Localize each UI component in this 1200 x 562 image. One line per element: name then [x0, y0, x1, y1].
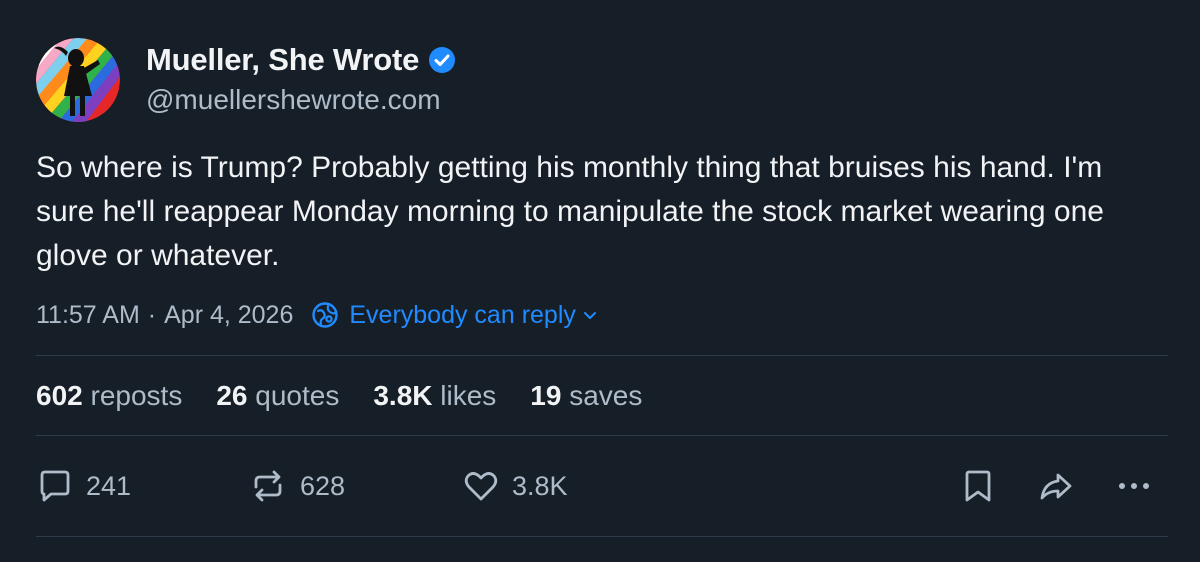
reply-icon	[40, 470, 70, 502]
globe-reply-icon	[312, 302, 339, 328]
repost-icon	[254, 470, 282, 502]
display-name[interactable]: Mueller, She Wrote	[146, 42, 419, 78]
bookmark-icon	[965, 470, 991, 502]
action-bar: 241 628 3.8K	[36, 462, 1168, 510]
rainbow-silhouette-avatar-icon	[36, 38, 120, 122]
reply-button[interactable]: 241	[36, 462, 131, 510]
reply-setting-button[interactable]: Everybody can reply	[311, 301, 598, 330]
like-button[interactable]: 3.8K	[462, 462, 568, 510]
reposts-count: 602	[36, 380, 83, 411]
engagement-stats: 602 reposts 26 quotes 3.8K likes 19 save…	[36, 376, 676, 416]
quotes-stat[interactable]: 26 quotes	[216, 380, 339, 412]
divider	[36, 355, 1168, 356]
verified-badge-icon[interactable]	[428, 46, 456, 74]
divider	[36, 435, 1168, 436]
reposts-label: reposts	[90, 380, 183, 411]
likes-count: 3.8K	[373, 380, 433, 411]
repost-count: 628	[300, 470, 346, 501]
meta-separator: ·	[147, 300, 157, 329]
saves-label: saves	[569, 380, 643, 411]
avatar[interactable]	[36, 38, 120, 122]
post-text: So where is Trump? Probably getting his …	[36, 151, 1104, 272]
divider	[36, 536, 1168, 537]
likes-label: likes	[440, 380, 497, 411]
post-meta: 11:57 AM · Apr 4, 2026 Everybody can rep…	[36, 296, 598, 334]
saves-count: 19	[530, 380, 562, 411]
author-handle[interactable]: @muellershewrote.com	[146, 84, 441, 116]
post-time: 11:57 AM	[36, 300, 140, 329]
more-options-button[interactable]	[1114, 466, 1154, 506]
share-arrow-icon	[1040, 473, 1072, 500]
share-button[interactable]	[1036, 466, 1076, 506]
author-row: Mueller, She Wrote	[146, 40, 456, 80]
post-card: Mueller, She Wrote @muellershewrote.com …	[0, 0, 1200, 562]
heart-icon	[464, 472, 498, 501]
reposts-stat[interactable]: 602 reposts	[36, 380, 182, 412]
reply-setting-label: Everybody can reply	[349, 300, 576, 329]
ellipsis-icon	[1119, 483, 1149, 489]
reply-count: 241	[86, 470, 132, 501]
bookmark-button[interactable]	[958, 466, 998, 506]
chevron-down-icon	[583, 312, 596, 319]
saves-stat[interactable]: 19 saves	[530, 380, 642, 412]
repost-button[interactable]: 628	[248, 462, 345, 510]
post-date: Apr 4, 2026	[164, 300, 294, 329]
like-count: 3.8K	[512, 470, 568, 501]
quotes-count: 26	[216, 380, 248, 411]
likes-stat[interactable]: 3.8K likes	[373, 380, 496, 412]
quotes-label: quotes	[255, 380, 340, 411]
